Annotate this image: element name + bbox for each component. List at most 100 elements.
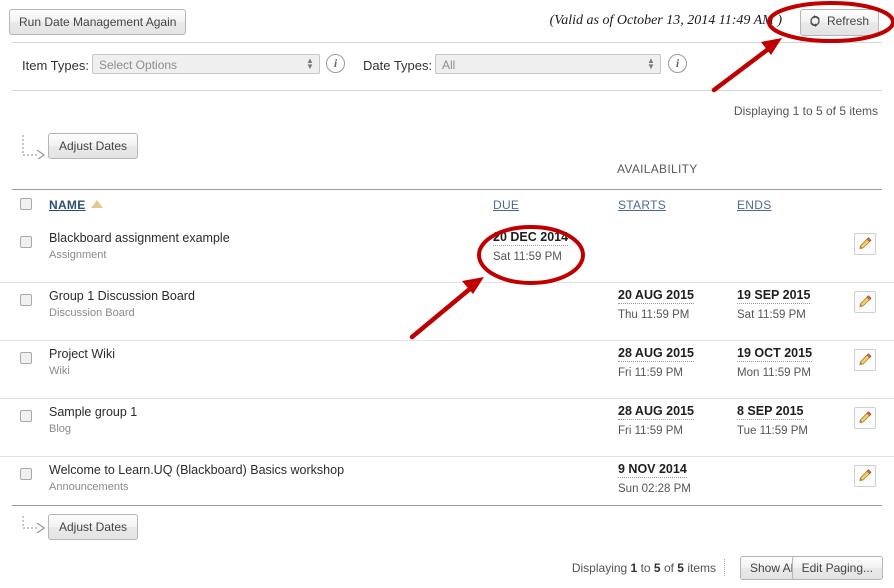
starts-date: 28 AUG 2015	[618, 404, 694, 420]
column-header-name[interactable]: NAME	[49, 198, 103, 212]
displaying-mid: to	[637, 561, 654, 575]
displaying-suffix: items	[683, 561, 716, 575]
row-select-checkbox-cell	[20, 468, 32, 480]
starts-date-cell: 28 AUG 2015 Fri 11:59 PM	[618, 404, 730, 437]
date-management-page: Run Date Management Again (Valid as of O…	[0, 0, 894, 588]
divider-footer	[12, 505, 882, 506]
item-types-select[interactable]: Select Options ▲ ▼	[92, 54, 320, 74]
date-types-label: Date Types:	[363, 58, 433, 73]
refresh-button[interactable]: Refresh	[799, 9, 879, 36]
edit-paging-button[interactable]: Edit Paging...	[791, 556, 883, 580]
displaying-count-top: Displaying 1 to 5 of 5 items	[733, 104, 878, 118]
due-date: 20 DEC 2014	[493, 230, 569, 246]
item-title[interactable]: Welcome to Learn.UQ (Blackboard) Basics …	[49, 463, 344, 477]
edit-item-button[interactable]	[854, 233, 876, 255]
date-types-info-icon[interactable]: i	[668, 54, 687, 73]
item-title[interactable]: Sample group 1	[49, 405, 137, 419]
divider-top	[12, 42, 882, 43]
pencil-edit-icon	[855, 236, 875, 252]
select-stepper-arrows-icon: ▲ ▼	[647, 56, 655, 71]
item-type: Assignment	[49, 249, 107, 261]
dotted-elbow-arrow-icon	[20, 133, 48, 161]
dotted-elbow-arrow-icon	[20, 514, 48, 540]
date-types-selected-value: All	[442, 58, 456, 72]
starts-time: Fri 11:59 PM	[618, 367, 683, 379]
select-all-checkbox[interactable]	[20, 198, 32, 210]
row-select-checkbox[interactable]	[20, 410, 32, 422]
edit-item-button[interactable]	[854, 349, 876, 371]
run-date-management-again-button[interactable]: Run Date Management Again	[9, 9, 187, 35]
displaying-count-bottom: Displaying 1 to 5 of 5 items	[572, 561, 716, 575]
row-select-checkbox-cell	[20, 236, 32, 248]
item-type: Wiki	[49, 365, 70, 377]
ends-time: Mon 11:59 PM	[737, 367, 811, 379]
item-types-selected-value: Select Options	[99, 58, 178, 72]
sort-ascending-triangle-icon	[90, 200, 103, 208]
footer-separator	[724, 559, 726, 576]
refresh-button-label: Refresh	[826, 14, 869, 28]
ends-date-cell: 19 OCT 2015 Mon 11:59 PM	[737, 346, 849, 379]
ends-date-cell: 8 SEP 2015 Tue 11:59 PM	[737, 404, 849, 437]
table-row: Project Wiki Wiki 28 AUG 2015 Fri 11:59 PM 1…	[0, 341, 894, 399]
row-select-checkbox[interactable]	[20, 352, 32, 364]
row-select-checkbox-cell	[20, 294, 32, 306]
edit-item-button[interactable]	[854, 465, 876, 487]
divider-filters	[12, 90, 882, 91]
row-select-checkbox-cell	[20, 352, 32, 364]
starts-date: 9 NOV 2014	[618, 462, 687, 478]
ends-date: 19 OCT 2015	[737, 346, 813, 362]
pencil-edit-icon	[855, 468, 875, 484]
availability-group-header: AVAILABILITY	[617, 162, 698, 176]
edit-item-button[interactable]	[854, 291, 876, 313]
displaying-to: 5	[653, 561, 661, 575]
date-types-select[interactable]: All ▲ ▼	[435, 54, 661, 74]
due-time: Sat 11:59 PM	[493, 251, 562, 263]
item-title[interactable]: Blackboard assignment example	[49, 231, 230, 245]
item-type: Blog	[49, 423, 72, 435]
ends-time: Tue 11:59 PM	[737, 425, 808, 437]
select-all-checkbox-cell	[20, 198, 32, 210]
pencil-edit-icon	[855, 410, 875, 426]
starts-date-cell: 20 AUG 2015 Thu 11:59 PM	[618, 288, 730, 321]
ends-date-cell: 19 SEP 2015 Sat 11:59 PM	[737, 288, 849, 321]
column-header-due[interactable]: DUE	[493, 198, 519, 212]
starts-time: Fri 11:59 PM	[618, 425, 683, 437]
top-toolbar: Run Date Management Again (Valid as of O…	[0, 0, 894, 42]
row-select-checkbox[interactable]	[20, 236, 32, 248]
displaying-prefix: Displaying	[571, 561, 631, 575]
table-row: Blackboard assignment example Assignment 2…	[0, 225, 894, 283]
displaying-mid2: of	[660, 561, 678, 575]
adjust-dates-button-top[interactable]: Adjust Dates	[48, 133, 139, 159]
row-select-checkbox[interactable]	[20, 294, 32, 306]
starts-time: Sun 02:28 PM	[618, 483, 691, 495]
pencil-edit-icon	[855, 352, 875, 368]
item-title[interactable]: Group 1 Discussion Board	[49, 289, 195, 303]
item-types-label: Item Types:	[22, 58, 89, 73]
item-type: Discussion Board	[49, 307, 135, 319]
refresh-circular-arrows-icon	[808, 14, 822, 28]
starts-date: 28 AUG 2015	[618, 346, 694, 362]
item-title[interactable]: Project Wiki	[49, 347, 115, 361]
table-row: Sample group 1 Blog 28 AUG 2015 Fri 11:59 P…	[0, 399, 894, 457]
ends-date: 19 SEP 2015	[737, 288, 811, 304]
item-type: Announcements	[49, 481, 129, 493]
column-header-name-label: NAME	[49, 198, 86, 212]
filter-bar: Item Types: Select Options ▲ ▼ i Date Typ…	[0, 50, 894, 84]
divider-header-top	[12, 189, 882, 190]
row-select-checkbox[interactable]	[20, 468, 32, 480]
due-date-cell: 20 DEC 2014 Sat 11:59 PM	[493, 230, 605, 263]
select-stepper-arrows-icon: ▲ ▼	[306, 56, 314, 71]
row-select-checkbox-cell	[20, 410, 32, 422]
valid-as-of-timestamp: (Valid as of October 13, 2014 11:49 AM )	[549, 13, 782, 28]
edit-item-button[interactable]	[854, 407, 876, 429]
starts-time: Thu 11:59 PM	[618, 309, 690, 321]
pencil-edit-icon	[855, 294, 875, 310]
starts-date-cell: 28 AUG 2015 Fri 11:59 PM	[618, 346, 730, 379]
column-header-starts[interactable]: STARTS	[618, 198, 666, 212]
starts-date: 20 AUG 2015	[618, 288, 694, 304]
adjust-dates-button-bottom[interactable]: Adjust Dates	[48, 514, 139, 540]
column-header-ends[interactable]: ENDS	[737, 198, 772, 212]
starts-date-cell: 9 NOV 2014 Sun 02:28 PM	[618, 462, 730, 495]
displaying-total: 5	[677, 561, 684, 575]
item-types-info-icon[interactable]: i	[326, 54, 345, 73]
